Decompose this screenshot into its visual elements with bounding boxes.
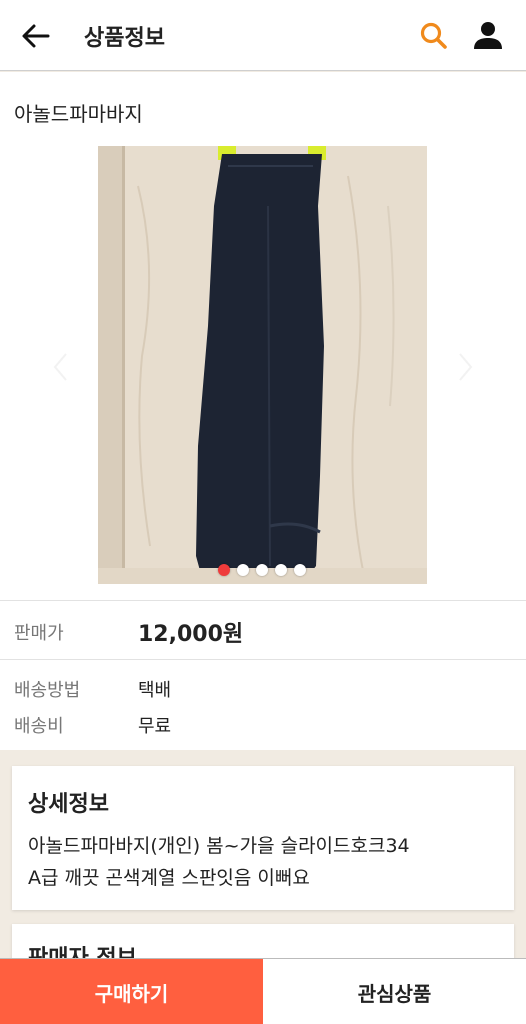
divider — [0, 600, 526, 601]
shipping-method-value: 택배 — [138, 680, 172, 701]
previous-image-button[interactable] — [48, 350, 74, 384]
shipping-method-label: 배송방법 — [14, 680, 81, 701]
chevron-right-icon — [459, 353, 473, 381]
pagination-dot-active[interactable] — [218, 564, 230, 576]
detail-line: A급 깨끗 곤색계열 스판잇음 이뻐요 — [28, 867, 310, 889]
chevron-left-icon — [53, 353, 67, 381]
detail-description: 아놀드파마바지(개인) 봄~가을 슬라이드호크34 A급 깨끗 곤색계열 스판잇… — [28, 830, 504, 894]
image-pagination — [218, 564, 306, 578]
pagination-dot[interactable] — [275, 564, 287, 576]
pagination-dot[interactable] — [294, 564, 306, 576]
user-icon — [474, 22, 502, 49]
price-value: 12,000원 — [138, 622, 244, 647]
search-button[interactable] — [416, 18, 452, 54]
product-image[interactable] — [98, 146, 427, 584]
divider — [0, 659, 526, 660]
shipping-fee-label: 배송비 — [14, 716, 64, 737]
wishlist-button[interactable]: 관심상품 — [263, 959, 526, 1024]
user-button[interactable] — [470, 18, 506, 54]
pagination-dot[interactable] — [256, 564, 268, 576]
detail-line: 아놀드파마바지(개인) 봄~가을 슬라이드호크34 — [28, 835, 410, 857]
detail-title: 상세정보 — [28, 792, 109, 817]
back-button[interactable] — [18, 18, 54, 54]
search-icon — [420, 22, 447, 49]
page-title: 상품정보 — [84, 26, 165, 51]
next-image-button[interactable] — [452, 350, 478, 384]
arrow-left-icon — [22, 24, 50, 48]
product-photo — [98, 146, 427, 584]
product-name: 아놀드파마바지 — [14, 102, 143, 126]
shipping-fee-value: 무료 — [138, 716, 172, 737]
top-app-bar: 상품정보 — [0, 0, 526, 71]
product-card: 아놀드파마바지 판매가 12,000원 배송방법 택배 배송비 무료 — [0, 72, 526, 750]
pagination-dot[interactable] — [237, 564, 249, 576]
bottom-action-bar: 구매하기 관심상품 — [0, 958, 526, 1024]
price-label: 판매가 — [14, 623, 64, 644]
detail-section: 상세정보 아놀드파마바지(개인) 봄~가을 슬라이드호크34 A급 깨끗 곤색계… — [12, 766, 514, 910]
buy-button[interactable]: 구매하기 — [0, 959, 263, 1024]
